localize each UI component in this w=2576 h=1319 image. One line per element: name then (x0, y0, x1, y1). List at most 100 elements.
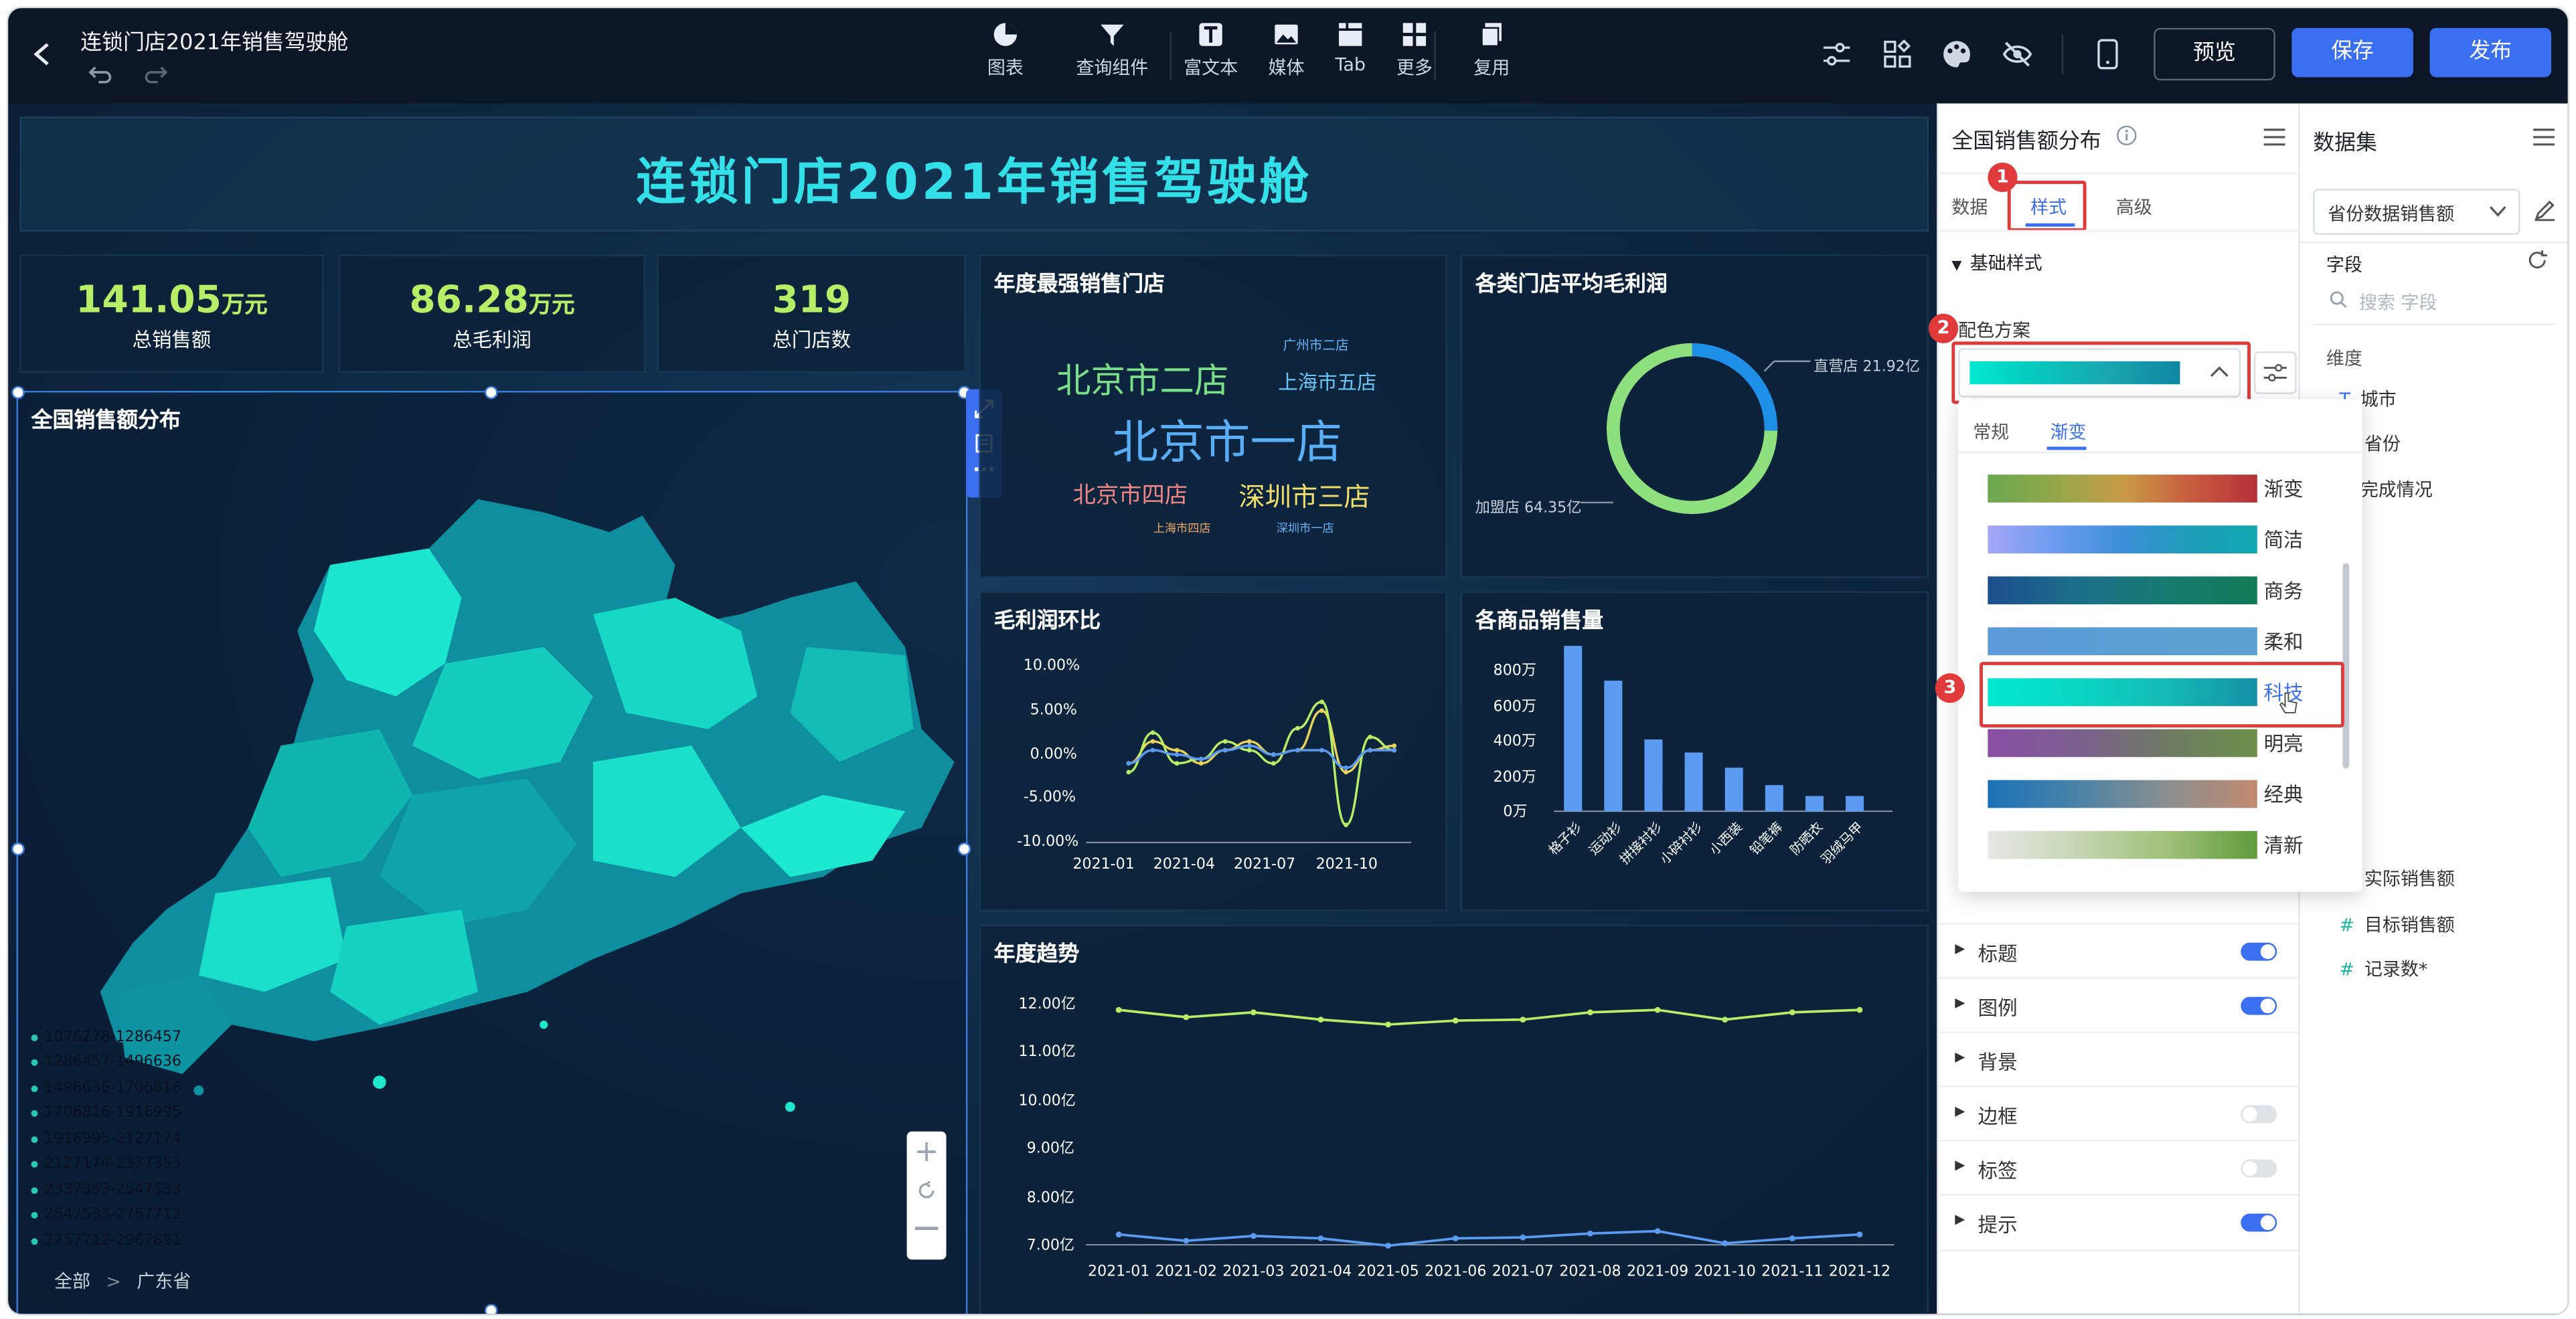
section-tooltip[interactable]: ▶ 提示 (1938, 1194, 2300, 1251)
bar[interactable] (1644, 739, 1663, 812)
redo-icon[interactable] (143, 62, 169, 85)
data-point[interactable] (1115, 1006, 1122, 1013)
section-basic-style[interactable]: ▼ 基础样式 (1951, 250, 2042, 276)
data-point[interactable] (1368, 748, 1373, 753)
data-point[interactable] (1319, 699, 1324, 705)
data-point[interactable] (1654, 1006, 1661, 1013)
measure-field[interactable]: # 目标销售额 (2339, 911, 2454, 938)
resize-handle[interactable] (484, 385, 498, 400)
map-legend-item[interactable]: 1496636-1706816 (31, 1081, 181, 1097)
hide-eye-icon[interactable] (2001, 39, 2034, 69)
bar[interactable] (1604, 681, 1623, 812)
data-point[interactable] (1126, 761, 1131, 766)
undo-icon[interactable] (87, 62, 113, 85)
products-bar-chart[interactable]: 格子衫 运动衫拼接衬衫小碎衬衫 小西装 铅笔裤 防晒衣羽绒马甲 (1462, 593, 1927, 910)
menu-icon[interactable] (2263, 128, 2285, 146)
measure-field[interactable]: # 记录数* (2339, 956, 2427, 982)
save-button[interactable]: 保存 (2291, 27, 2413, 78)
breadcrumb-all[interactable]: 全部 (54, 1271, 90, 1292)
scheme-settings-button[interactable] (2253, 351, 2297, 394)
scheme-option[interactable]: 经典 (1988, 777, 2316, 810)
map-panel[interactable]: 全国销售额分布 1076278-1286457 1286457-1496636 … (16, 391, 971, 1314)
section-legend[interactable]: ▶ 图例 (1938, 977, 2300, 1033)
toggle-switch[interactable] (2241, 1159, 2277, 1178)
tab-advanced[interactable]: 高级 (2116, 194, 2152, 220)
scheme-option[interactable]: 商务 (1988, 573, 2316, 606)
layout-icon[interactable] (1882, 39, 1912, 69)
data-point[interactable] (1183, 1237, 1190, 1244)
data-point[interactable] (1150, 730, 1155, 735)
data-point[interactable] (1722, 1240, 1728, 1247)
settings-sliders-icon[interactable] (1822, 41, 1851, 67)
data-point[interactable] (1183, 1014, 1190, 1021)
refresh-icon[interactable] (2526, 250, 2548, 271)
data-point[interactable] (1295, 748, 1300, 753)
back-icon[interactable] (31, 41, 54, 67)
toggle-switch[interactable] (2241, 1105, 2277, 1124)
section-background[interactable]: ▶ 背景 (1938, 1031, 2300, 1087)
data-point[interactable] (1587, 1230, 1593, 1237)
scheme-option[interactable]: 渐变 (1988, 471, 2316, 504)
trend-panel[interactable]: 年度趋势 12.00亿 11.00亿 10.00亿 9.00亿 8.00亿 7.… (979, 924, 1929, 1314)
map-legend-item[interactable]: 2547533-2757712 (31, 1207, 181, 1223)
preview-button[interactable]: 预览 (2154, 27, 2275, 81)
scheme-option[interactable]: 简洁 (1988, 522, 2316, 555)
data-point[interactable] (1295, 725, 1300, 731)
tool-chart[interactable]: 图表 (959, 21, 1051, 80)
data-point[interactable] (1344, 822, 1348, 828)
data-point[interactable] (1789, 1009, 1795, 1016)
toggle-switch[interactable] (2241, 1213, 2277, 1232)
edit-icon[interactable] (2533, 199, 2556, 222)
dropdown-tab-normal[interactable]: 常规 (1973, 419, 2009, 445)
report-title[interactable]: 连锁门店2021年销售驾驶舱 (80, 25, 348, 56)
zoom-in-icon[interactable]: + (907, 1135, 947, 1170)
zoom-out-icon[interactable] (914, 1227, 939, 1229)
data-point[interactable] (1271, 752, 1276, 758)
data-point[interactable] (1250, 1233, 1257, 1239)
bar[interactable] (1724, 768, 1743, 812)
trend-line-chart[interactable]: 2021-01 2021-02 2021-03 2021-04 2021-05 2021-… (981, 926, 1927, 1314)
mobile-icon[interactable] (2096, 37, 2119, 70)
resize-handle[interactable] (957, 842, 971, 856)
data-point[interactable] (1271, 761, 1276, 766)
theme-palette-icon[interactable] (1940, 37, 1973, 70)
scheme-option[interactable]: 清新 (1988, 828, 2316, 861)
map-legend-item[interactable]: 1916995-2127174 (31, 1132, 181, 1148)
kpi-card[interactable]: 86.28万元 总毛利润 (338, 254, 646, 373)
reset-icon[interactable] (916, 1180, 936, 1200)
data-point[interactable] (1126, 770, 1131, 775)
mom-line-chart[interactable] (981, 593, 1445, 910)
data-point[interactable] (1246, 743, 1252, 748)
data-point[interactable] (1654, 1228, 1661, 1235)
data-point[interactable] (1789, 1235, 1795, 1241)
kpi-card[interactable]: 141.05万元 总销售额 (19, 254, 324, 373)
bar[interactable] (1765, 785, 1783, 812)
province-map[interactable] (51, 499, 971, 1140)
data-point[interactable] (1520, 1234, 1526, 1241)
data-point[interactable] (1392, 748, 1397, 753)
products-panel[interactable]: 各商品销售量 800万 600万 400万 200万 0万 格子衫 运动衫 拼接衬衫… (1460, 591, 1929, 911)
resize-handle[interactable] (11, 385, 25, 400)
section-title[interactable]: ▶ 标题 (1938, 923, 2300, 978)
data-point[interactable] (1198, 761, 1204, 766)
resize-handle[interactable] (484, 1304, 498, 1314)
series-line[interactable] (1118, 1008, 1860, 1026)
data-point[interactable] (1174, 761, 1180, 766)
data-point[interactable] (1250, 1009, 1257, 1016)
dropdown-tab-gradient[interactable]: 渐变 (2050, 419, 2087, 445)
tab-data[interactable]: 数据 (1951, 194, 1988, 220)
bar[interactable] (1684, 752, 1703, 812)
toggle-switch[interactable] (2241, 942, 2277, 961)
data-point[interactable] (1246, 748, 1252, 753)
data-point[interactable] (1174, 752, 1180, 758)
data-point[interactable] (1452, 1235, 1459, 1241)
menu-icon[interactable] (2533, 128, 2555, 146)
wordcloud-panel[interactable]: 年度最强销售门店 北京市二店 广州市二店 上海市五店 北京市一店 北京市四店 深… (979, 254, 1447, 578)
map-legend-item[interactable]: 1076278-1286457 (31, 1030, 181, 1046)
field-search-input[interactable]: 搜索 字段 (2359, 289, 2437, 315)
data-point[interactable] (1722, 1017, 1728, 1023)
map-legend-item[interactable]: 2127174-2337353 (31, 1156, 181, 1172)
publish-button[interactable]: 发布 (2429, 27, 2552, 78)
tool-query[interactable]: 查询组件 (1066, 21, 1158, 80)
map-legend-item[interactable]: 2337353-2547533 (31, 1182, 181, 1199)
